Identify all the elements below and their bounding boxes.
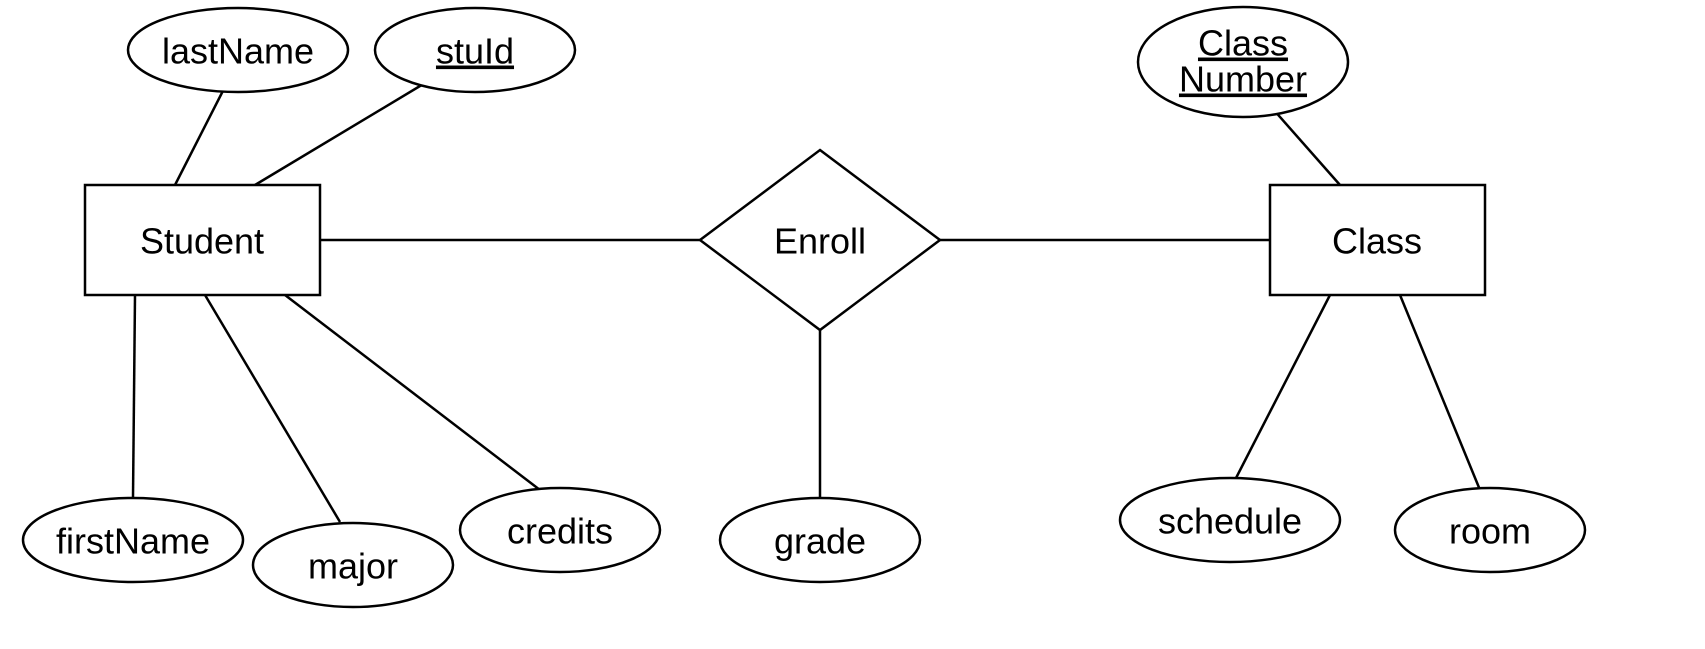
relationship-enroll: Enroll: [700, 150, 940, 330]
attribute-major-label: major: [308, 546, 398, 587]
line-class-room: [1400, 295, 1480, 490]
er-diagram: Student Class Enroll lastName stuId firs…: [0, 0, 1705, 649]
attribute-grade: grade: [720, 498, 920, 582]
entity-student-label: Student: [140, 221, 264, 262]
attribute-room-label: room: [1449, 511, 1531, 552]
line-student-stuId: [255, 77, 435, 185]
attribute-room: room: [1395, 488, 1585, 572]
attribute-schedule-label: schedule: [1158, 501, 1302, 542]
attribute-grade-label: grade: [774, 521, 866, 562]
attribute-credits-label: credits: [507, 511, 613, 552]
attribute-credits: credits: [460, 488, 660, 572]
attribute-classNumber: Class Number: [1138, 7, 1348, 117]
attribute-firstName: firstName: [23, 498, 243, 582]
line-class-schedule: [1235, 295, 1330, 480]
line-student-major: [205, 295, 340, 522]
entity-student: Student: [85, 185, 320, 295]
attribute-schedule: schedule: [1120, 478, 1340, 562]
attribute-stuId: stuId: [375, 8, 575, 92]
attribute-major: major: [253, 523, 453, 607]
line-student-credits: [285, 295, 540, 490]
attribute-stuId-label: stuId: [436, 31, 514, 72]
line-student-firstName: [133, 295, 135, 497]
line-student-lastName: [175, 77, 230, 185]
attribute-classNumber-label-line2: Number: [1179, 59, 1307, 100]
attribute-firstName-label: firstName: [56, 521, 210, 562]
attribute-lastName: lastName: [128, 8, 348, 92]
attribute-lastName-label: lastName: [162, 31, 314, 72]
entity-class: Class: [1270, 185, 1485, 295]
relationship-enroll-label: Enroll: [774, 221, 866, 262]
entity-class-label: Class: [1332, 221, 1422, 262]
attribute-classNumber-label-line1: Class: [1198, 23, 1288, 64]
